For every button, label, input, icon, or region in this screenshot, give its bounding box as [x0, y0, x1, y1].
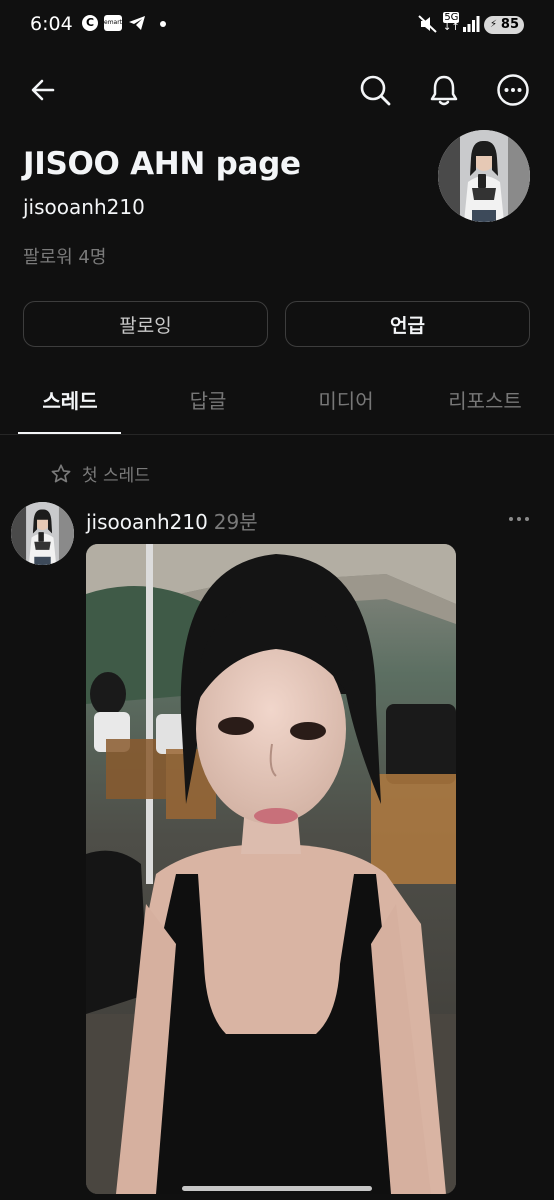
followers-count[interactable]: 팔로워 4명: [23, 243, 106, 269]
emart-icon: emart: [104, 15, 122, 31]
post-header: jisooanh210 29분: [86, 506, 258, 535]
post-photo: [86, 544, 456, 1194]
post-image[interactable]: [86, 544, 456, 1194]
profile-photo: [438, 130, 530, 222]
profile-handle: jisooanh210: [23, 195, 145, 219]
tab-reposts[interactable]: 리포스트: [416, 385, 554, 414]
notification-dot-icon: [160, 21, 166, 27]
more-options-button[interactable]: [491, 68, 535, 112]
mention-button[interactable]: 언급: [285, 301, 530, 347]
tab-threads[interactable]: 스레드: [1, 385, 139, 414]
active-tab-indicator: [18, 432, 121, 434]
post-more-button[interactable]: [507, 507, 531, 535]
tabs-divider: [0, 434, 554, 435]
post-author-avatar[interactable]: [11, 502, 74, 565]
following-button[interactable]: 팔로잉: [23, 301, 268, 347]
post-author-photo: [11, 502, 74, 565]
network-5g-icon: 5G ↓↑: [443, 12, 460, 33]
profile-avatar[interactable]: [438, 130, 530, 222]
status-bar: 6:04 C emart 5G ↓↑ ⚡ 85: [0, 0, 554, 50]
status-time: 6:04: [30, 13, 73, 35]
search-icon: [360, 75, 391, 106]
profile-name: JISOO AHN page: [23, 146, 301, 182]
post-username[interactable]: jisooanh210: [86, 510, 208, 534]
star-icon: [51, 463, 71, 482]
more-icon: [497, 74, 529, 106]
back-arrow-icon: [31, 79, 55, 101]
home-indicator: [182, 1186, 372, 1191]
mute-icon: [418, 15, 437, 33]
tab-replies[interactable]: 답글: [139, 385, 277, 414]
back-button[interactable]: [21, 68, 65, 112]
pinned-text: 첫 스레드: [82, 466, 150, 486]
bell-icon: [430, 75, 458, 106]
notifications-button[interactable]: [422, 68, 466, 112]
ellipsis-icon: [509, 517, 529, 521]
search-button[interactable]: [353, 68, 397, 112]
pinned-label: 첫 스레드: [50, 461, 150, 486]
tab-media[interactable]: 미디어: [277, 385, 415, 414]
battery-indicator: ⚡ 85: [484, 16, 524, 34]
signal-icon: [463, 16, 480, 32]
post-timestamp: 29분: [213, 510, 258, 534]
app-c-icon: C: [82, 15, 98, 31]
telegram-icon: [129, 16, 145, 30]
